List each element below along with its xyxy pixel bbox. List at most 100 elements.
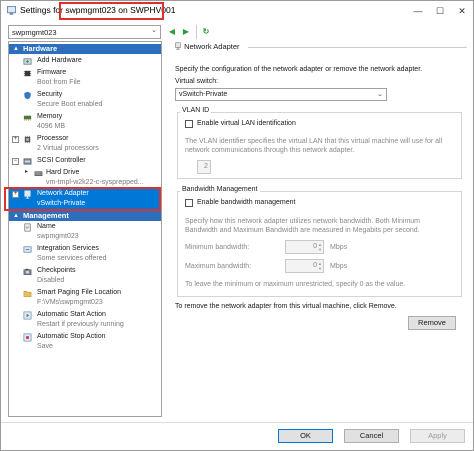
sidebar-item-label: Memory <box>37 113 63 120</box>
spinner-arrows-icon[interactable]: ▲ ▼ <box>318 242 322 252</box>
remove-button[interactable]: Remove <box>408 316 456 330</box>
vm-selector-dropdown[interactable]: swpmgmt023 ⌄ <box>8 25 161 39</box>
max-bandwidth-label: Maximum bandwidth: <box>185 263 252 270</box>
page-title-text: Network Adapter <box>184 42 240 51</box>
sidebar-item-auto-start[interactable]: Automatic Start Action Restart if previo… <box>9 310 161 331</box>
virtual-switch-label: Virtual switch: <box>175 78 219 85</box>
sidebar-item-sublabel: vm-tmpl-w2k22-c-sysprepped... <box>46 179 144 186</box>
collapse-toggle[interactable]: − <box>12 158 19 165</box>
shield-icon <box>24 91 31 100</box>
collapse-triangle-icon: ▲ <box>13 46 19 52</box>
sidebar-item-security[interactable]: Security Secure Boot enabled <box>9 90 161 111</box>
minimize-button[interactable]: — <box>407 1 429 21</box>
vlan-enable-label: Enable virtual LAN identification <box>197 120 296 127</box>
maximize-button[interactable]: ☐ <box>429 1 451 21</box>
sidebar-item-label: Processor <box>37 135 69 142</box>
spinner-arrows-icon[interactable]: ▲ ▼ <box>318 261 322 271</box>
sidebar-item-sublabel: Secure Boot enabled <box>37 101 103 108</box>
chevron-down-icon: ⌄ <box>151 27 157 34</box>
sidebar-item-sublabel: Disabled <box>37 277 65 284</box>
page-title: Network Adapter <box>174 42 240 51</box>
vlan-enable-checkbox[interactable] <box>185 120 193 128</box>
bandwidth-help-text-2: Bandwidth and Maximum Bandwidth are meas… <box>185 227 420 234</box>
integration-services-icon <box>23 246 32 253</box>
sidebar-item-scsi-controller[interactable]: − SCSI Controller <box>9 156 161 168</box>
sidebar-item-integration-services[interactable]: Integration Services Some services offer… <box>9 244 161 265</box>
max-bandwidth-unit: Mbps <box>330 263 348 270</box>
sidebar-item-label: Security <box>37 91 63 98</box>
sidebar-item-label: SCSI Controller <box>37 157 86 164</box>
bandwidth-enable-label: Enable bandwidth management <box>197 199 296 206</box>
vlan-help-text: The VLAN identifier specifies the virtua… <box>185 138 443 145</box>
sidebar-item-label: Smart Paging File Location <box>37 289 122 296</box>
sidebar-item-name[interactable]: Name swpmgmt023 <box>9 222 161 243</box>
firmware-chip-icon <box>23 70 32 77</box>
apply-button-label: Apply <box>428 431 447 440</box>
name-document-icon <box>24 223 31 232</box>
sidebar-item-label: Name <box>37 223 56 230</box>
bandwidth-help-text: Specify how this network adapter utilize… <box>185 218 420 225</box>
min-bandwidth-value: 0 <box>313 243 317 250</box>
add-hardware-icon <box>23 58 32 65</box>
close-button[interactable]: ✕ <box>451 1 473 21</box>
sidebar-item-label: Integration Services <box>37 245 99 252</box>
cancel-button[interactable]: Cancel <box>344 429 399 443</box>
min-bandwidth-label: Minimum bandwidth: <box>185 244 250 251</box>
remove-instruction-text: To remove the network adapter from this … <box>175 303 397 310</box>
sidebar-item-label: Add Hardware <box>37 57 82 64</box>
sidebar-item-label: Automatic Start Action <box>37 311 106 318</box>
toolbar-separator <box>196 25 197 39</box>
sidebar-item-sublabel: Some services offered <box>37 255 107 262</box>
sidebar-item-hard-drive[interactable]: ▸ Hard Drive vm-tmpl-w2k22-c-sysprepped.… <box>9 168 161 189</box>
bandwidth-note: To leave the minimum or maximum unrestri… <box>185 281 406 288</box>
vlan-group-label: VLAN ID <box>180 107 212 114</box>
min-bandwidth-unit: Mbps <box>330 244 348 251</box>
virtual-switch-dropdown[interactable]: vSwitch-Private ⌄ <box>175 88 387 101</box>
max-bandwidth-value: 0 <box>313 262 317 269</box>
remove-button-label: Remove <box>418 318 446 327</box>
sidebar-item-memory[interactable]: Memory 4096 MB <box>9 112 161 133</box>
memory-icon <box>23 115 32 121</box>
sidebar-item-sublabel: swpmgmt023 <box>37 233 79 240</box>
back-icon[interactable]: ◀ <box>167 26 177 37</box>
title-bar: Settings for swpmgmt023 on SWPHV001 — ☐ … <box>1 1 473 21</box>
vlan-help-text-2: network communications through this netw… <box>185 147 355 154</box>
apply-button[interactable]: Apply <box>410 429 465 443</box>
sidebar-item-processor[interactable]: + Processor 2 Virtual processors <box>9 134 161 155</box>
expand-toggle[interactable]: + <box>12 136 19 143</box>
sidebar-item-firmware[interactable]: Firmware Boot from File <box>9 68 161 89</box>
sidebar-item-auto-stop[interactable]: Automatic Stop Action Save <box>9 332 161 353</box>
window-controls: — ☐ ✕ <box>407 1 473 21</box>
expand-arrow-icon[interactable]: ▸ <box>23 169 30 177</box>
management-section-header[interactable]: ▲ Management <box>9 211 161 221</box>
vlan-id-input[interactable]: 2 <box>197 160 211 174</box>
scsi-controller-icon <box>23 158 32 165</box>
bandwidth-enable-checkbox[interactable] <box>185 199 193 207</box>
title-divider <box>248 47 467 48</box>
management-header-label: Management <box>23 211 69 220</box>
hard-drive-icon <box>34 171 43 177</box>
sidebar-item-add-hardware[interactable]: Add Hardware <box>9 56 161 68</box>
auto-start-icon <box>23 311 32 320</box>
vm-selector-value: swpmgmt023 <box>12 28 57 37</box>
collapse-triangle-icon: ▲ <box>13 213 19 219</box>
hardware-header-label: Hardware <box>23 44 58 53</box>
virtual-switch-value: vSwitch-Private <box>179 91 228 98</box>
sidebar-item-smart-paging[interactable]: Smart Paging File Location F:\VMs\swpmgm… <box>9 288 161 309</box>
sidebar-item-sublabel: Restart if previously running <box>37 321 124 328</box>
refresh-icon[interactable]: ↻ <box>201 26 211 37</box>
sidebar-item-sublabel: 4096 MB <box>37 123 66 130</box>
description-text: Specify the configuration of the network… <box>175 66 423 73</box>
forward-icon[interactable]: ▶ <box>181 26 191 37</box>
ok-button[interactable]: OK <box>278 429 333 443</box>
hardware-section-header[interactable]: ▲ Hardware <box>9 44 161 54</box>
min-bandwidth-input[interactable]: 0 ▲ ▼ <box>285 240 324 254</box>
settings-tree: ▲ Hardware Add Hardware Firmware Boot fr… <box>8 41 162 417</box>
max-bandwidth-input[interactable]: 0 ▲ ▼ <box>285 259 324 273</box>
sidebar-item-sublabel: F:\VMs\swpmgmt023 <box>37 299 103 306</box>
network-adapter-pane: Network Adapter Specify the configuratio… <box>173 41 467 417</box>
footer-divider <box>1 422 473 423</box>
processor-icon <box>24 135 31 144</box>
sidebar-item-checkpoints[interactable]: Checkpoints Disabled <box>9 266 161 287</box>
chevron-down-icon: ⌄ <box>377 91 383 98</box>
